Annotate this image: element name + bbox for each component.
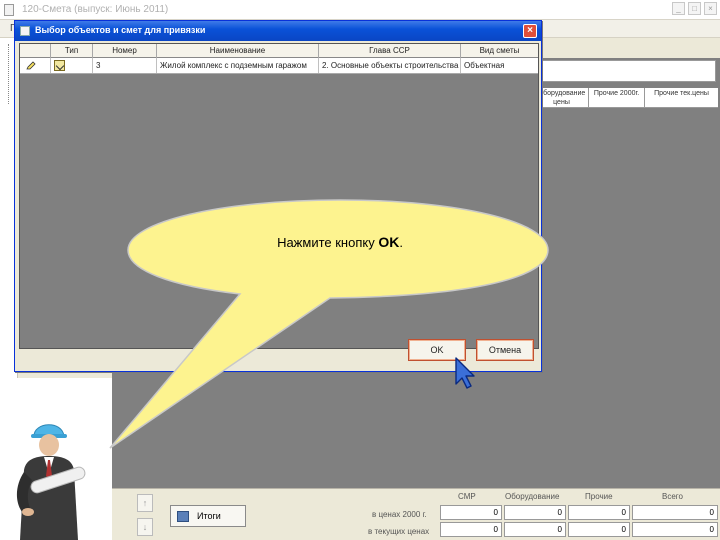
callout-balloon [109,199,549,449]
callout-text: Нажмите кнопку OK. [130,234,550,250]
callout-text-end: . [399,235,403,250]
callout-text-main: Нажмите кнопку [277,235,379,250]
mouse-cursor-icon [455,357,475,389]
callout-text-bold: OK [378,234,400,250]
engineer-illustration [16,424,86,540]
